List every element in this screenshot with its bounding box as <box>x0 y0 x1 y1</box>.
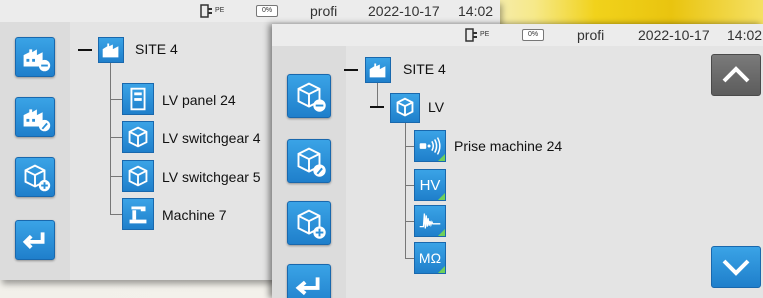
tree-connector <box>405 123 406 259</box>
cube-icon <box>396 97 414 117</box>
tree-connector <box>377 83 378 107</box>
factory-icon <box>369 63 386 78</box>
tree-node-machine-7[interactable] <box>122 198 154 230</box>
factory-edit-icon <box>23 109 51 132</box>
factory-minus-icon <box>23 49 51 72</box>
plug-icon <box>465 28 477 42</box>
chevron-up-icon <box>722 66 750 83</box>
tree-node-insulation-test[interactable]: MΩ <box>414 242 446 274</box>
tree-connector <box>405 221 414 222</box>
tree-collapse-toggle[interactable] <box>78 49 92 51</box>
megohm-icon: MΩ <box>418 250 442 266</box>
machine-icon <box>129 206 147 224</box>
status-corner-mark <box>438 154 445 161</box>
remove-device-button[interactable] <box>287 74 331 118</box>
time-label: 14:02 <box>458 3 494 19</box>
tree-node-lv[interactable] <box>390 93 420 123</box>
back-button[interactable] <box>15 220 55 260</box>
tree-connector <box>110 137 122 138</box>
status-bar: PE 0% profi 2022-10-17 14:02 <box>272 24 763 46</box>
status-corner-mark <box>438 229 445 236</box>
tree-root-label[interactable]: SITE 4 <box>403 61 446 77</box>
tree-node-lv-switchgear-4[interactable] <box>122 121 154 153</box>
tree-node-lv-switchgear-5[interactable] <box>122 160 154 192</box>
date-label: 2022-10-17 <box>638 27 710 43</box>
tree-root-node[interactable] <box>98 37 124 63</box>
mode-label: profi <box>577 27 605 43</box>
scroll-down-button[interactable] <box>711 246 761 288</box>
status-corner-mark <box>438 193 445 200</box>
time-label: 14:02 <box>727 27 763 43</box>
remove-site-button[interactable] <box>15 37 55 77</box>
cube-add-icon <box>24 164 51 192</box>
tree-node-label[interactable]: LV <box>428 99 444 115</box>
plug-icon <box>200 4 212 18</box>
cube-add-icon <box>297 209 326 239</box>
status-corner-mark <box>438 266 445 273</box>
pe-label: PE <box>215 7 225 14</box>
panel-icon <box>130 87 146 111</box>
tree-connector <box>405 258 414 259</box>
add-device-button[interactable] <box>15 157 55 197</box>
back-arrow-icon <box>22 232 45 249</box>
battery-indicator: 0% <box>522 29 544 41</box>
sidebar <box>272 46 346 298</box>
back-button[interactable] <box>287 264 331 298</box>
tree-connector <box>110 99 122 100</box>
tree-connector <box>110 176 122 177</box>
front-screen: PE 0% profi 2022-10-17 14:02 SITE 4 LV P… <box>272 24 763 298</box>
date-label: 2022-10-17 <box>368 3 440 19</box>
tree-collapse-toggle[interactable] <box>370 106 384 108</box>
scroll-up-button[interactable] <box>711 54 761 96</box>
status-bar: PE 0% profi 2022-10-17 14:02 <box>0 0 500 22</box>
back-arrow-icon <box>295 277 320 296</box>
hv-icon: HV <box>419 176 441 194</box>
tree-root-label[interactable]: SITE 4 <box>135 41 178 57</box>
factory-icon <box>102 43 119 58</box>
cube-icon <box>128 126 148 148</box>
chevron-down-icon <box>722 259 750 276</box>
tree-node-lv-panel[interactable] <box>122 83 154 115</box>
tree-connector <box>110 214 122 215</box>
tree-connector <box>405 146 414 147</box>
sidebar <box>0 22 70 280</box>
tree-node-prise-machine[interactable] <box>414 130 446 162</box>
tree-root-node[interactable] <box>365 57 391 83</box>
tree-node-label[interactable]: LV panel 24 <box>162 92 236 108</box>
tree-connector <box>405 185 414 186</box>
tree-node-label[interactable]: LV switchgear 5 <box>162 169 261 185</box>
tree-connector <box>110 63 111 215</box>
pe-label: PE <box>480 31 490 38</box>
tree-node-hv-test[interactable]: HV <box>414 169 446 201</box>
mode-label: profi <box>310 3 338 19</box>
cube-minus-icon <box>297 82 326 112</box>
tree-node-label[interactable]: Prise machine 24 <box>454 138 562 154</box>
add-device-button[interactable] <box>287 201 331 245</box>
battery-indicator: 0% <box>256 5 278 17</box>
edit-site-button[interactable] <box>15 97 55 137</box>
tree-node-label[interactable]: Machine 7 <box>162 207 227 223</box>
cube-icon <box>128 165 148 187</box>
tree-collapse-toggle[interactable] <box>344 69 358 71</box>
cube-edit-icon <box>297 147 326 177</box>
edit-device-button[interactable] <box>287 139 331 183</box>
tree-node-label[interactable]: LV switchgear 4 <box>162 130 261 146</box>
tree-node-waveform-test[interactable] <box>414 205 446 237</box>
